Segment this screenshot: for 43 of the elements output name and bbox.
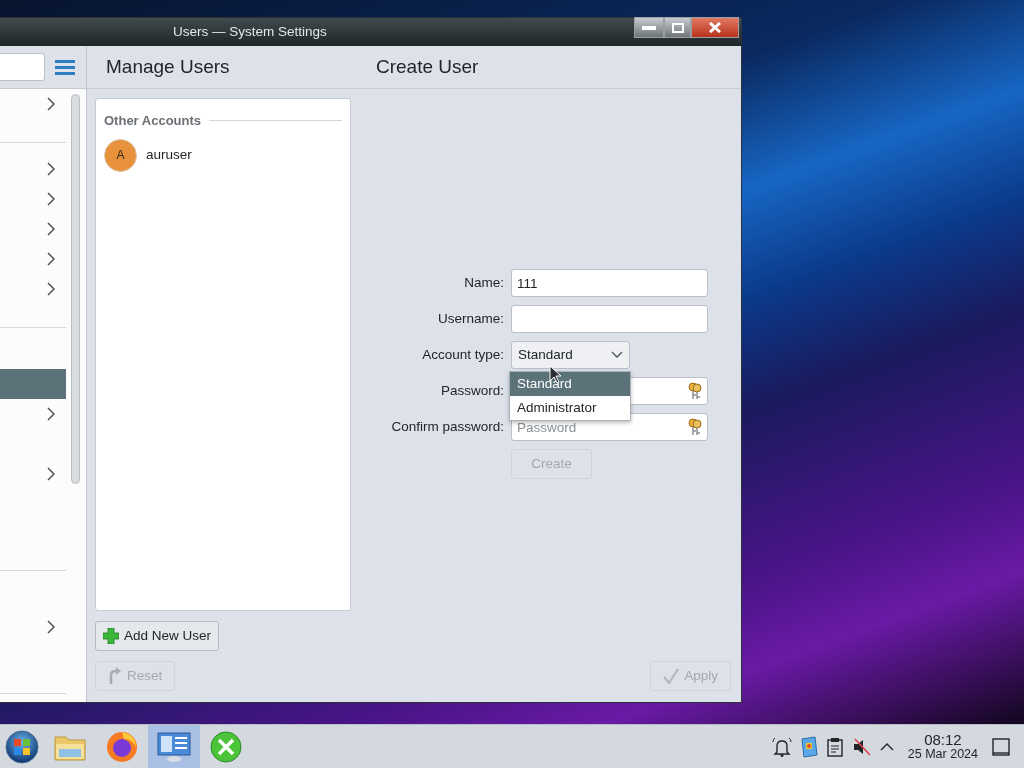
text-field[interactable] xyxy=(511,305,708,333)
speaker-muted-icon[interactable] xyxy=(851,736,872,757)
monitor-icon xyxy=(157,730,191,763)
bell-icon[interactable] xyxy=(771,736,792,757)
field-label: Username: xyxy=(436,309,504,328)
account-type-dropdown[interactable]: Standard xyxy=(511,341,630,369)
clock[interactable]: 08:12 25 Mar 2024 xyxy=(907,732,978,761)
caret-up-icon[interactable] xyxy=(879,741,894,752)
field-label: Confirm password: xyxy=(390,417,504,436)
user-name[interactable]: auruser xyxy=(146,144,192,166)
add-user-button[interactable]: Add New User xyxy=(95,621,220,651)
maximize-button[interactable] xyxy=(664,17,691,38)
checkmark-icon xyxy=(663,668,680,684)
browser-icon xyxy=(106,730,138,763)
device-icon[interactable] xyxy=(799,735,818,758)
show-desktop-icon[interactable] xyxy=(992,737,1010,756)
page-title: Manage Users xyxy=(105,54,231,79)
taskbar-app[interactable] xyxy=(148,724,200,768)
start-orb-icon xyxy=(5,729,39,764)
section-heading: Other Accounts xyxy=(104,112,202,130)
tools-icon xyxy=(210,730,242,763)
notes-icon[interactable] xyxy=(825,736,844,757)
keys-icon[interactable] xyxy=(687,382,703,400)
keys-icon[interactable] xyxy=(687,418,703,436)
chevron-down-icon xyxy=(611,351,623,359)
field-label: Password: xyxy=(439,381,504,400)
field-label: Account type: xyxy=(421,345,504,364)
page-title: Create User xyxy=(375,54,479,79)
plus-icon xyxy=(103,628,119,644)
window-title: Users — System Settings xyxy=(173,22,327,41)
scrollbar-thumb[interactable] xyxy=(71,94,80,484)
menu-icon[interactable] xyxy=(55,59,75,75)
minimize-button[interactable] xyxy=(634,17,664,38)
user-avatar: A xyxy=(104,138,137,172)
maximize-icon xyxy=(671,22,684,33)
close-button[interactable] xyxy=(691,17,739,38)
field-label: Name: xyxy=(463,273,504,292)
search-field[interactable] xyxy=(0,53,45,81)
dropdown-option[interactable]: Standard xyxy=(510,372,630,396)
close-icon xyxy=(709,22,721,33)
text-field[interactable]: 111 xyxy=(511,269,708,297)
reset-arrow-icon xyxy=(108,667,122,685)
minimize-icon xyxy=(642,25,656,30)
